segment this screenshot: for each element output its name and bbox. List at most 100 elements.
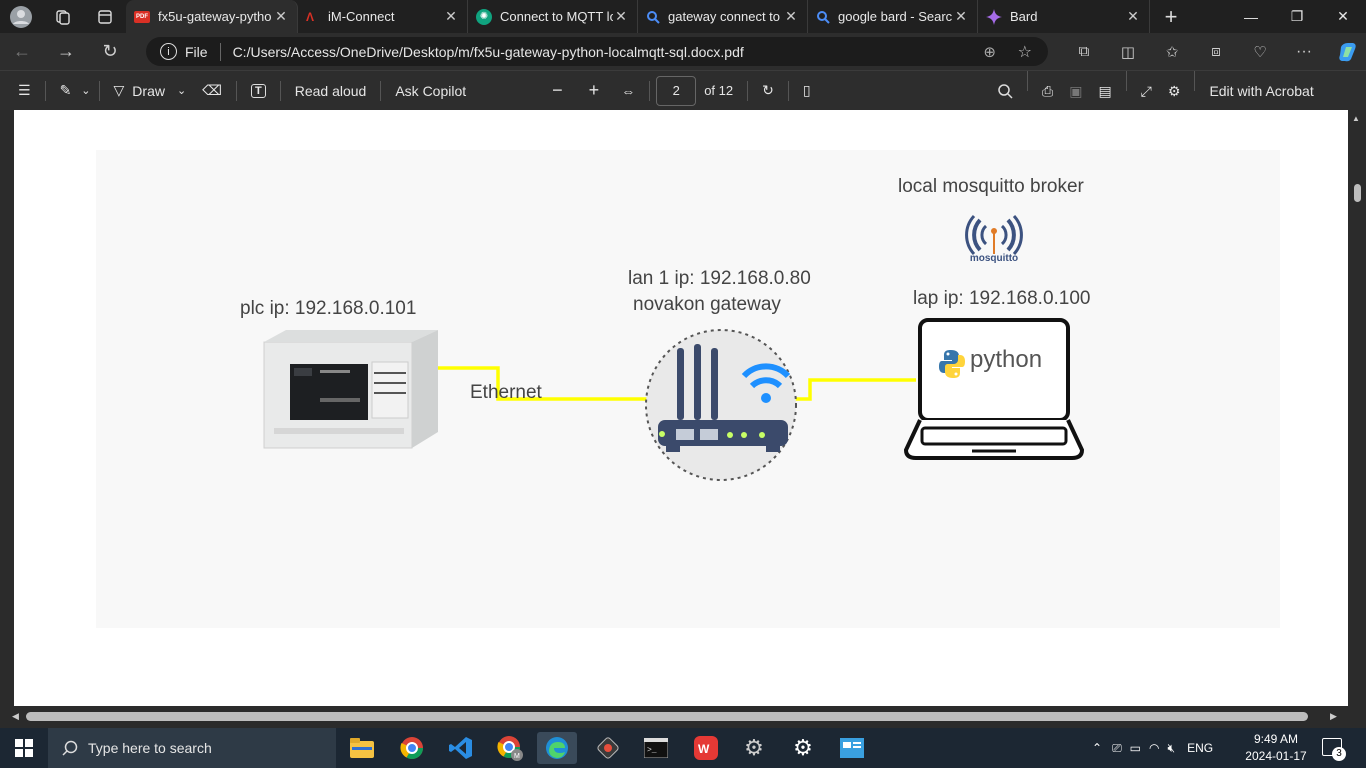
- horizontal-scrollbar[interactable]: ◀ ▶: [0, 706, 1348, 728]
- restore-icon[interactable]: ❐: [1274, 0, 1320, 33]
- scroll-up-icon[interactable]: ▲: [1352, 114, 1360, 123]
- forward-icon[interactable]: →: [44, 33, 88, 70]
- split-screen-icon[interactable]: ◫: [1106, 33, 1150, 70]
- search-icon[interactable]: [990, 71, 1021, 111]
- close-tab-icon[interactable]: ✕: [783, 8, 799, 25]
- chrome-profile-icon[interactable]: M: [490, 732, 530, 764]
- settings-gear-icon[interactable]: ⚙: [1160, 71, 1189, 111]
- scroll-thumb[interactable]: [1354, 184, 1361, 202]
- save-icon[interactable]: ▣: [1061, 71, 1090, 111]
- divider: [649, 80, 651, 101]
- chrome-icon[interactable]: [392, 732, 432, 764]
- tab-connect-mqtt[interactable]: ✺ Connect to MQTT lo ✕: [468, 0, 638, 33]
- tab-title: google bard - Searc: [838, 9, 953, 24]
- collections-icon[interactable]: ⧈: [1194, 33, 1238, 70]
- edit-with-acrobat-button[interactable]: Edit with Acrobat: [1201, 71, 1321, 111]
- draw-icon: ▽: [113, 82, 125, 98]
- scroll-left-icon[interactable]: ◀: [12, 711, 19, 722]
- favorite-star-icon[interactable]: ☆: [1018, 42, 1032, 62]
- tab-pdf[interactable]: PDF fx5u-gateway-pytho ✕: [126, 0, 298, 33]
- divider: [1125, 71, 1127, 91]
- zoom-out-icon[interactable]: −: [544, 71, 571, 111]
- back-icon[interactable]: ←: [0, 33, 44, 70]
- info-icon[interactable]: i: [160, 43, 177, 60]
- workspaces-icon[interactable]: [42, 0, 84, 33]
- clock[interactable]: 9:49 AM 2024-01-17: [1240, 731, 1312, 765]
- close-window-icon[interactable]: ✕: [1320, 0, 1366, 33]
- vscode-icon[interactable]: [441, 732, 481, 764]
- divider: [44, 80, 46, 101]
- close-tab-icon[interactable]: ✕: [1125, 8, 1141, 25]
- laptop-icon: [903, 318, 1085, 460]
- read-aloud-button[interactable]: Read aloud: [287, 71, 375, 111]
- divider: [235, 80, 237, 101]
- zoom-icon[interactable]: ⊕: [983, 43, 996, 61]
- start-windows-icon[interactable]: [4, 732, 44, 764]
- more-menu-icon[interactable]: ···: [1282, 33, 1326, 70]
- settings-gear-icon[interactable]: ⚙: [783, 732, 823, 764]
- meet-icon[interactable]: ⎚: [1112, 741, 1122, 756]
- close-tab-icon[interactable]: ✕: [613, 8, 629, 25]
- close-tab-icon[interactable]: ✕: [953, 8, 969, 25]
- wifi-icon[interactable]: ◠: [1149, 741, 1159, 755]
- control-panel-icon[interactable]: [832, 732, 872, 764]
- page-number-input[interactable]: 2: [656, 75, 697, 106]
- search-placeholder: Type here to search: [88, 740, 212, 756]
- ask-copilot-button[interactable]: Ask Copilot: [387, 71, 474, 111]
- extensions-icon[interactable]: ⧉: [1062, 33, 1106, 70]
- divider: [1194, 71, 1196, 91]
- pdf-viewer: plc ip: 192.168.0.101 Ethernet lan 1 ip:…: [0, 110, 1366, 728]
- wps-office-icon[interactable]: W: [686, 732, 726, 764]
- highlight-icon[interactable]: ✎: [52, 71, 80, 111]
- divider: [1027, 71, 1028, 91]
- git-app-icon[interactable]: [588, 732, 628, 764]
- file-explorer-icon[interactable]: [342, 732, 382, 764]
- contents-icon[interactable]: ☰: [10, 71, 39, 111]
- url-text[interactable]: C:/Users/Access/OneDrive/Desktop/m/fx5u-…: [233, 44, 744, 60]
- volume-mute-icon[interactable]: 🔇︎: [1168, 741, 1176, 756]
- copilot-icon[interactable]: [1326, 33, 1366, 70]
- language-indicator[interactable]: ENG: [1187, 741, 1213, 755]
- tab-im-connect[interactable]: Λ iM-Connect ✕: [298, 0, 468, 33]
- text-icon[interactable]: T: [243, 71, 274, 111]
- tab-bard-search[interactable]: google bard - Searc ✕: [808, 0, 978, 33]
- taskbar-search-box[interactable]: Type here to search: [48, 728, 336, 768]
- close-tab-icon[interactable]: ✕: [273, 8, 289, 25]
- scroll-thumb[interactable]: [26, 712, 1308, 721]
- favorites-icon[interactable]: ✩: [1150, 33, 1194, 70]
- save-as-icon[interactable]: ▤: [1090, 71, 1119, 111]
- rotate-icon[interactable]: ↻: [754, 71, 782, 111]
- tray-expand-icon[interactable]: ⌃: [1092, 741, 1102, 755]
- minimize-icon[interactable]: —: [1228, 0, 1274, 33]
- eraser-icon[interactable]: ⌫: [194, 71, 230, 111]
- close-tab-icon[interactable]: ✕: [443, 8, 459, 25]
- edge-icon[interactable]: [537, 732, 577, 764]
- bard-icon: [986, 8, 1002, 25]
- battery-icon[interactable]: ▭: [1130, 741, 1141, 755]
- settings-tool-icon[interactable]: ⚙: [734, 732, 774, 764]
- chatgpt-icon: ✺: [476, 8, 492, 25]
- draw-button[interactable]: ▽ Draw ⌄: [106, 71, 195, 111]
- scroll-right-icon[interactable]: ▶: [1330, 711, 1337, 722]
- tab-actions-icon[interactable]: [84, 0, 126, 33]
- terminal-icon[interactable]: >_: [636, 732, 676, 764]
- search-icon: [62, 740, 78, 756]
- tab-bard[interactable]: Bard ✕: [978, 0, 1150, 33]
- plc-label: plc ip: 192.168.0.101: [240, 298, 417, 319]
- profile-avatar-icon[interactable]: [0, 0, 42, 33]
- chevron-down-icon[interactable]: ⌄: [79, 71, 92, 111]
- divider: [787, 80, 789, 101]
- address-bar[interactable]: i File C:/Users/Access/OneDrive/Desktop/…: [146, 37, 1048, 66]
- performance-icon[interactable]: ♡: [1238, 33, 1282, 70]
- fullscreen-icon[interactable]: ⤢: [1133, 71, 1160, 111]
- tab-gateway-search[interactable]: gateway connect to ✕: [638, 0, 808, 33]
- refresh-icon[interactable]: ↻: [88, 33, 132, 70]
- vertical-scrollbar[interactable]: ▲: [1348, 110, 1366, 728]
- zoom-in-icon[interactable]: +: [581, 71, 608, 111]
- page-view-icon[interactable]: ▯: [795, 71, 819, 111]
- pdf-toolbar: ☰ ✎ ⌄ ▽ Draw ⌄ ⌫ T Read aloud Ask Copilo…: [0, 70, 1366, 110]
- chevron-down-icon[interactable]: ⌄: [177, 84, 186, 97]
- print-icon[interactable]: ⎙: [1034, 71, 1061, 111]
- new-tab-icon[interactable]: +: [1150, 0, 1192, 33]
- fit-page-icon[interactable]: ⇔: [613, 71, 643, 111]
